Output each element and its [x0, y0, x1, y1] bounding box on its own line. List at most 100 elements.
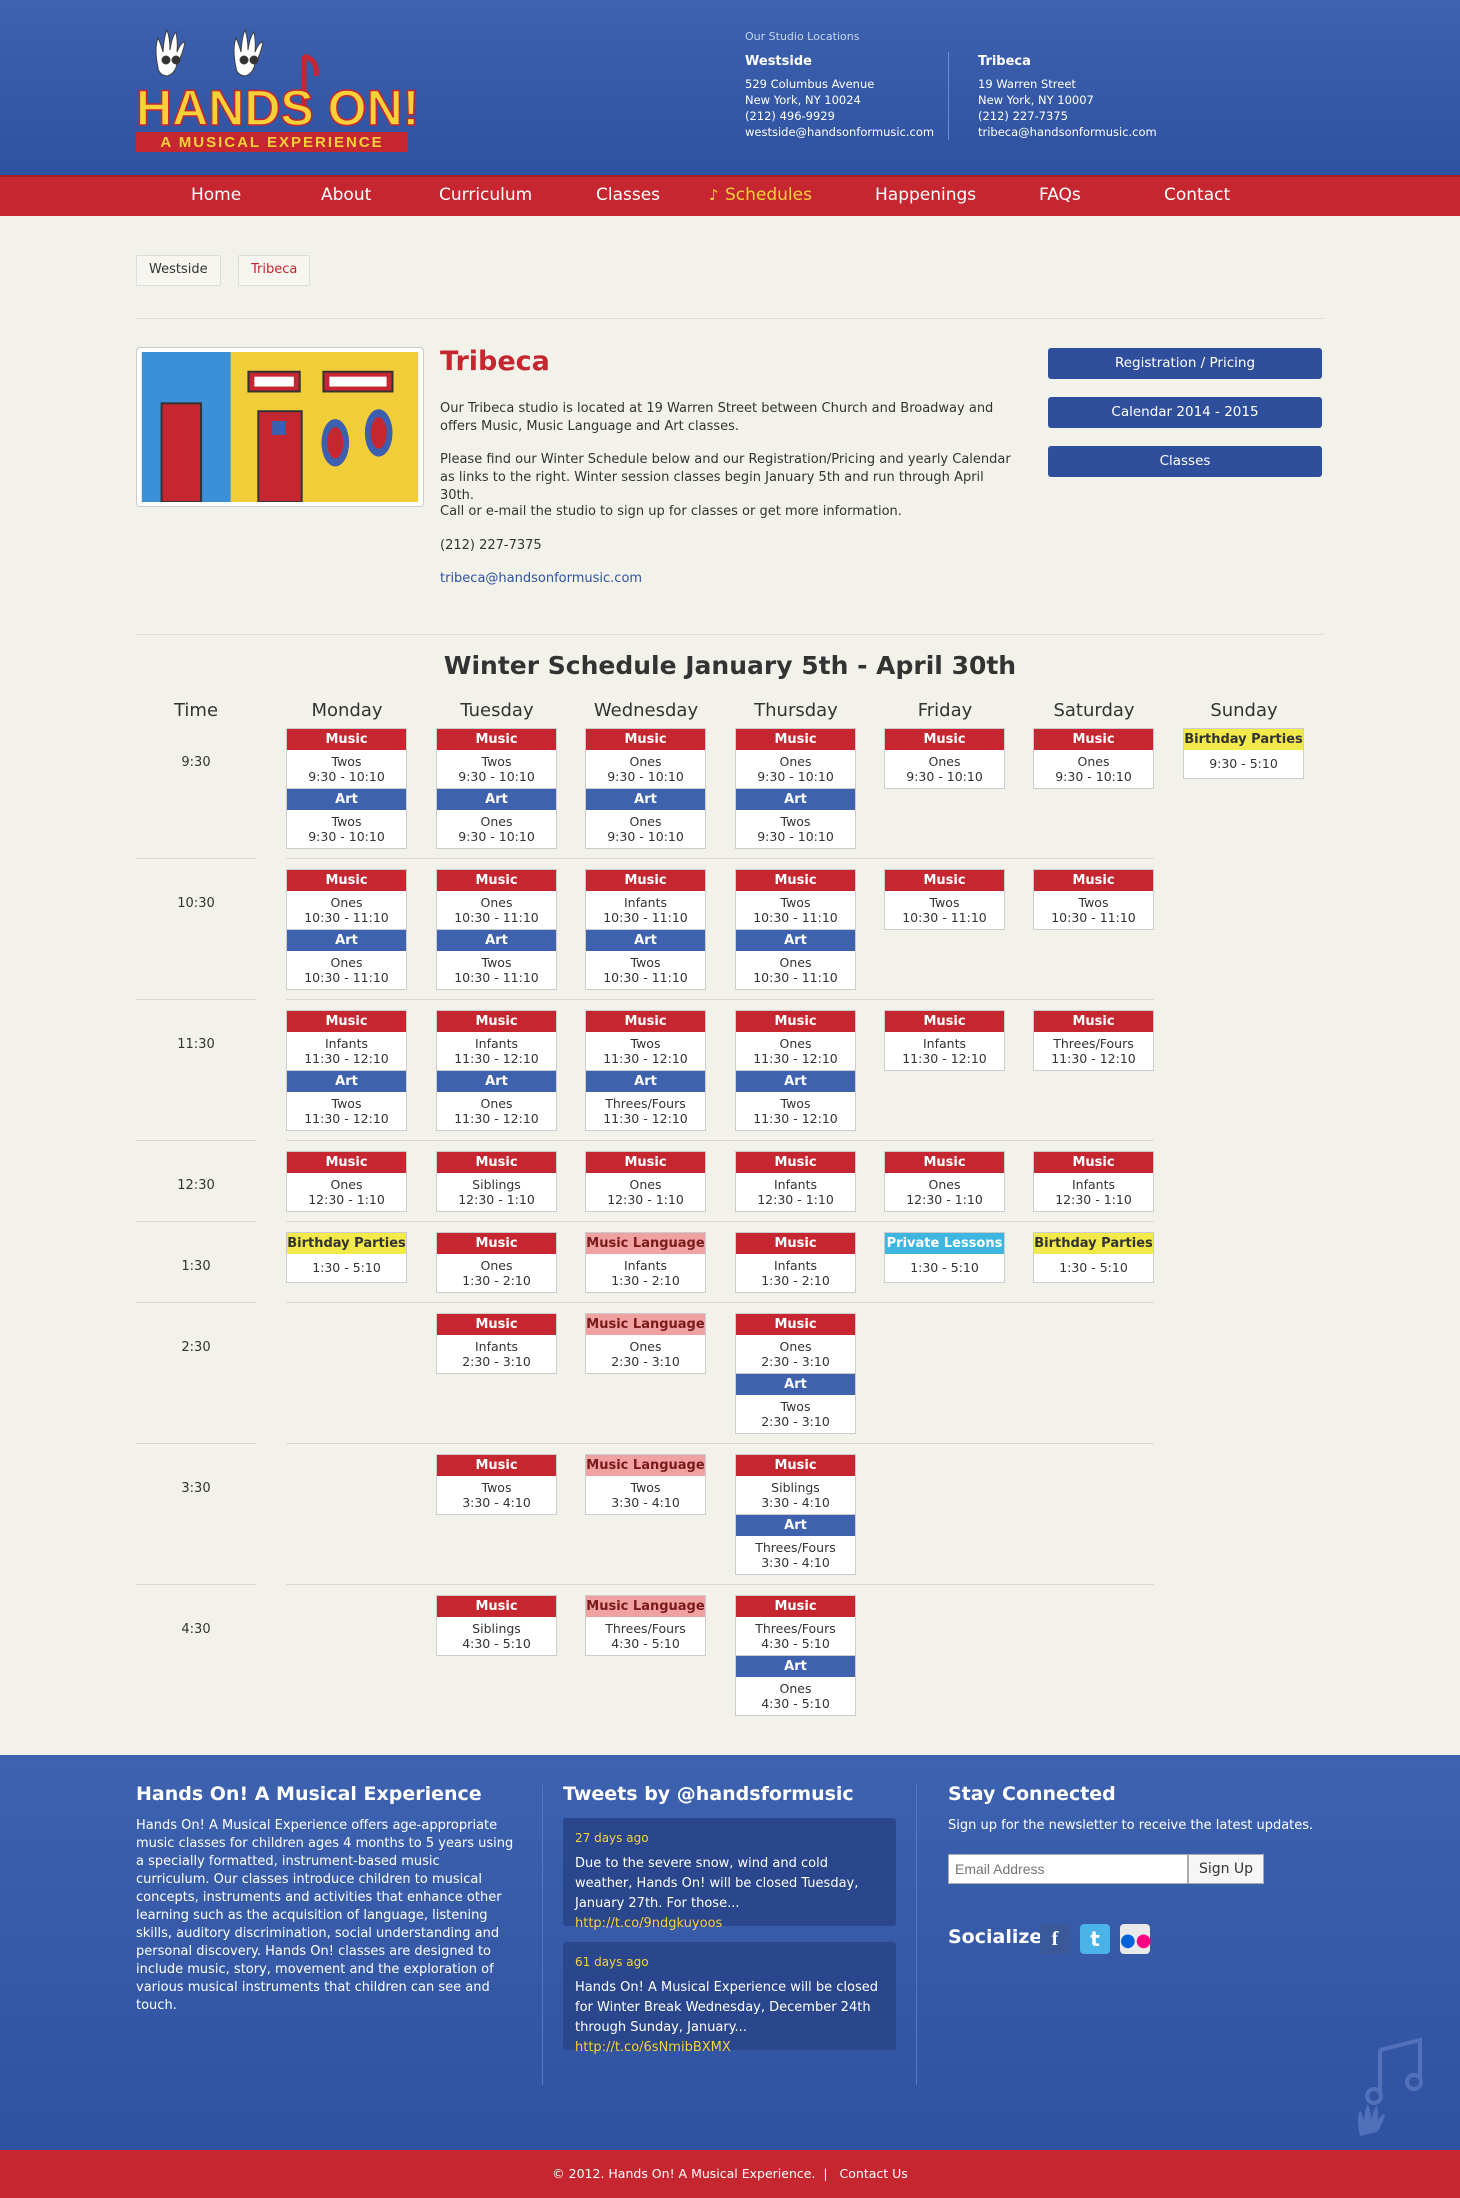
contact-us-link[interactable]: Contact Us — [840, 2166, 908, 2181]
class-time: 11:30 - 12:10 — [902, 1051, 987, 1066]
class-time: 3:30 - 4:10 — [761, 1555, 830, 1570]
location-email[interactable]: westside@handsonformusic.com — [745, 124, 934, 140]
class-age-group: Twos — [630, 1036, 661, 1051]
footer-divider — [916, 1785, 917, 2085]
class-slot: Art Twos 10:30 - 11:10 — [436, 929, 557, 990]
hands-on-logo[interactable]: HANDS ON! A MUSICAL EXPERIENCE — [136, 20, 416, 156]
class-time: 9:30 - 10:10 — [757, 829, 834, 844]
newsletter-email-input[interactable] — [948, 1854, 1188, 1884]
class-type-label: Art — [586, 789, 705, 810]
class-age-group: Twos — [630, 955, 661, 970]
class-time: 2:30 - 3:10 — [761, 1414, 830, 1429]
time-label: 9:30 — [181, 755, 211, 770]
class-type-label: Music — [437, 1152, 556, 1173]
nav-curriculum[interactable]: Curriculum — [439, 185, 532, 205]
day-header-sunday: Sunday — [1210, 700, 1278, 721]
location-phone: (212) 496-9929 — [745, 109, 835, 123]
class-slot: Music Ones 2:30 - 3:10 — [735, 1313, 856, 1374]
tweet-link[interactable]: http://t.co/9ndgkuyoos — [575, 1916, 722, 1931]
class-time: 9:30 - 10:10 — [607, 829, 684, 844]
logo-text: HANDS ON! — [136, 80, 416, 136]
row-divider — [286, 1140, 1154, 1141]
class-slot: Music Ones 12:30 - 1:10 — [286, 1151, 407, 1212]
class-slot: Music Twos 9:30 - 10:10 — [286, 728, 407, 789]
nav-home[interactable]: Home — [191, 185, 241, 205]
class-time: 2:30 - 3:10 — [462, 1354, 531, 1369]
tweet-link[interactable]: http://t.co/6sNmibBXMX — [575, 2040, 731, 2055]
signup-button[interactable]: Sign Up — [1188, 1854, 1264, 1884]
tab-tribeca[interactable]: Tribeca — [238, 255, 311, 286]
class-time: 12:30 - 1:10 — [308, 1192, 385, 1207]
row-divider — [136, 1221, 256, 1222]
class-type-label: Private Lessons — [885, 1233, 1004, 1254]
tweet-date[interactable]: 61 days ago — [575, 1952, 884, 1972]
class-type-label: Birthday Parties — [1034, 1233, 1153, 1254]
intro-email-link[interactable]: tribeca@handsonformusic.com — [440, 570, 642, 588]
class-time: 11:30 - 12:10 — [753, 1051, 838, 1066]
class-slot: Music Twos 9:30 - 10:10 — [436, 728, 557, 789]
class-type-label: Music — [1034, 1152, 1153, 1173]
nav-about[interactable]: About — [321, 185, 371, 205]
class-time: 10:30 - 11:10 — [454, 970, 539, 985]
class-time: 10:30 - 11:10 — [603, 910, 688, 925]
row-divider — [136, 999, 256, 1000]
class-type-label: Art — [736, 789, 855, 810]
nav-classes[interactable]: Classes — [596, 185, 660, 205]
divider — [136, 318, 1324, 319]
copyright-bar: © 2012. Hands On! A Musical Experience. … — [0, 2150, 1460, 2198]
class-slot: Music Ones 10:30 - 11:10 — [286, 869, 407, 930]
row-divider — [136, 1584, 256, 1585]
class-time: 9:30 - 10:10 — [458, 769, 535, 784]
nav-schedules[interactable]: Schedules — [725, 185, 812, 205]
socialize-label: Socialize: — [948, 1926, 1050, 1948]
class-time: 12:30 - 1:10 — [458, 1192, 535, 1207]
class-time: 1:30 - 5:10 — [312, 1260, 381, 1275]
logo-subtitle: A MUSICAL EXPERIENCE — [160, 134, 383, 151]
tab-westside[interactable]: Westside — [136, 255, 221, 286]
class-time: 10:30 - 11:10 — [753, 970, 838, 985]
page-title: Tribeca — [440, 346, 550, 377]
twitter-icon[interactable]: t — [1080, 1924, 1110, 1954]
class-age-group: Twos — [481, 754, 512, 769]
class-age-group: Twos — [331, 754, 362, 769]
class-age-group: Threes/Fours — [605, 1096, 686, 1111]
class-type-label: Music — [736, 729, 855, 750]
class-time: 4:30 - 5:10 — [611, 1636, 680, 1651]
nav-happenings[interactable]: Happenings — [875, 185, 976, 205]
tweet-date[interactable]: 27 days ago — [575, 1828, 884, 1848]
class-slot: Music Infants 12:30 - 1:10 — [1033, 1151, 1154, 1212]
nav-contact[interactable]: Contact — [1164, 185, 1230, 205]
class-type-label: Music — [736, 1152, 855, 1173]
class-age-group: Siblings — [472, 1177, 521, 1192]
tweet-text: Due to the severe snow, wind and cold we… — [575, 1856, 859, 1911]
flickr-icon[interactable]: ●● — [1120, 1924, 1151, 1954]
class-type-label: Music Language — [586, 1596, 705, 1617]
nav-faqs[interactable]: FAQs — [1039, 185, 1081, 205]
registration-pricing-button[interactable]: Registration / Pricing — [1048, 348, 1322, 379]
time-label: 2:30 — [181, 1340, 211, 1355]
classes-button[interactable]: Classes — [1048, 446, 1322, 477]
class-slot: Music Ones 9:30 - 10:10 — [884, 728, 1005, 789]
class-time: 9:30 - 10:10 — [906, 769, 983, 784]
time-label: 3:30 — [181, 1481, 211, 1496]
class-slot: Art Ones 10:30 - 11:10 — [286, 929, 407, 990]
class-age-group: Twos — [929, 895, 960, 910]
day-header-wednesday: Wednesday — [593, 700, 699, 721]
class-age-group: Ones — [480, 895, 513, 910]
class-time: 11:30 - 12:10 — [1051, 1051, 1136, 1066]
class-age-group: Infants — [324, 1036, 368, 1051]
class-slot: Music Language Infants 1:30 - 2:10 — [585, 1232, 706, 1293]
location-address2: New York, NY 10024 — [745, 93, 861, 107]
class-type-label: Music Language — [586, 1314, 705, 1335]
class-type-label: Music — [1034, 870, 1153, 891]
class-age-group: Twos — [780, 895, 811, 910]
class-time: 12:30 - 1:10 — [1055, 1192, 1132, 1207]
class-type-label: Music — [437, 1596, 556, 1617]
class-time: 1:30 - 2:10 — [462, 1273, 531, 1288]
class-time: 9:30 - 10:10 — [607, 769, 684, 784]
facebook-icon[interactable]: f — [1040, 1924, 1070, 1954]
location-email[interactable]: tribeca@handsonformusic.com — [978, 124, 1157, 140]
music-hand-icon — [1358, 2037, 1423, 2136]
tweet-card: 61 days ago Hands On! A Musical Experien… — [563, 1942, 896, 2055]
calendar-button[interactable]: Calendar 2014 - 2015 — [1048, 397, 1322, 428]
